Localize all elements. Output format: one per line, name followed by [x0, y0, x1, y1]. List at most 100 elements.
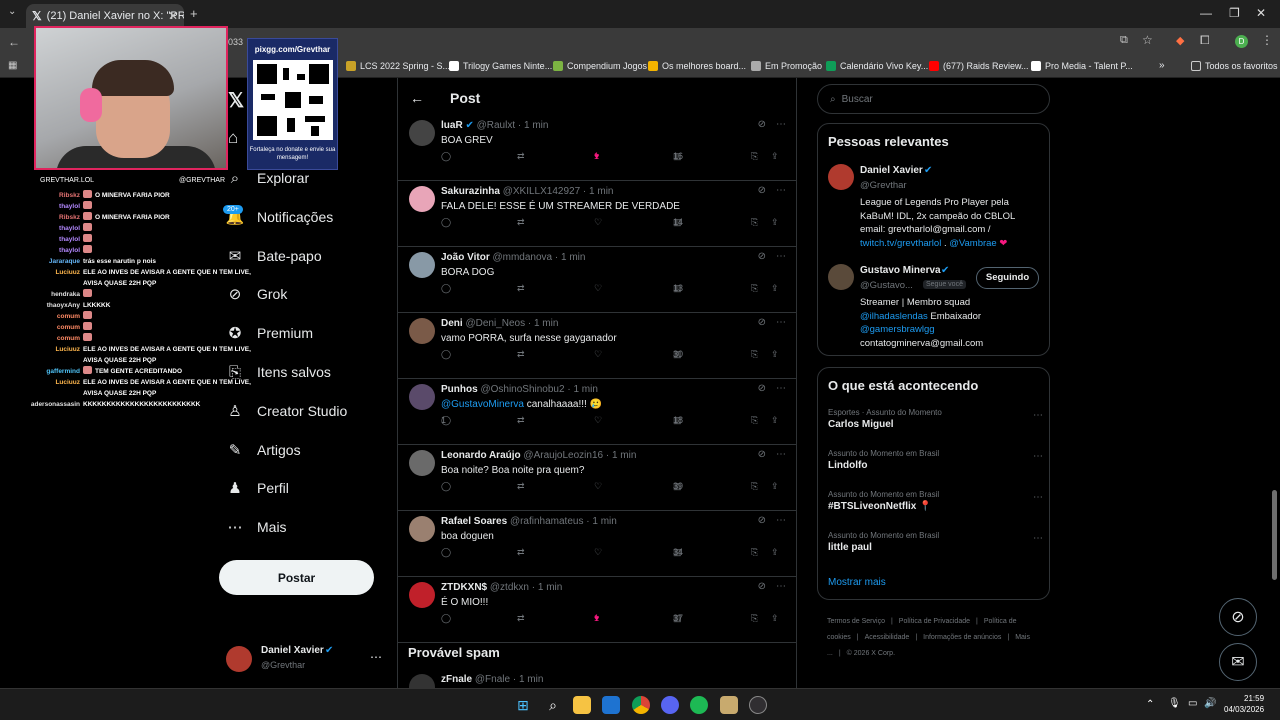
mention-link[interactable]: @GustavoMinerva	[441, 399, 524, 410]
bookmark-icon[interactable]: ⎘	[751, 283, 758, 294]
account-more-icon[interactable]: ⋯	[370, 650, 382, 664]
bookmark-icon[interactable]: ⎘	[751, 151, 758, 162]
bookmark-item[interactable]: LCS 2022 Spring - S...	[346, 61, 450, 71]
reply-author[interactable]: João Vitor @mmdanova · 1 min	[441, 252, 585, 263]
more-icon[interactable]: ⋯	[776, 251, 786, 262]
bookmark-icon[interactable]: ⎘	[751, 613, 758, 624]
extensions-icon[interactable]: ⧠	[1200, 33, 1210, 48]
reply-avatar[interactable]	[409, 318, 435, 344]
all-favorites[interactable]: Todos os favoritos	[1191, 61, 1278, 71]
bookmark-item[interactable]: Em Promoção	[751, 61, 822, 71]
back-arrow-icon[interactable]: ←	[410, 90, 424, 106]
volume-icon[interactable]: 🔊	[1204, 698, 1216, 709]
reply-author[interactable]: ZTDKXN$ @ztdkxn · 1 min	[441, 582, 562, 593]
more-bookmarks-icon[interactable]: »	[1159, 60, 1165, 71]
network-icon[interactable]: ▭	[1188, 698, 1197, 709]
menu-icon[interactable]: ⋮	[1261, 33, 1273, 47]
bookmark-icon[interactable]: ⎘	[751, 217, 758, 228]
bookmark-item[interactable]: Pro Media - Talent P...	[1031, 61, 1133, 71]
grok-icon[interactable]: ⊘	[758, 185, 766, 196]
grok-icon[interactable]: ⊘	[758, 251, 766, 262]
reply-tweet[interactable]: Punhos @OshinoShinobu2 · 1 min @GustavoMi…	[398, 379, 796, 445]
more-icon[interactable]: ⋯	[776, 449, 786, 460]
share-icon[interactable]: ⇪	[771, 547, 779, 558]
post-button[interactable]: Postar	[219, 560, 374, 595]
retweet-icon[interactable]: ⇄	[517, 283, 525, 294]
x-home-logo-icon[interactable]: 𝕏	[228, 88, 244, 113]
new-tab-icon[interactable]: +	[190, 6, 198, 21]
reply-author[interactable]: Deni @Deni_Neos · 1 min	[441, 318, 558, 329]
trend-more-icon[interactable]: ⋯	[1033, 410, 1043, 421]
reply-author[interactable]: Punhos @OshinoShinobu2 · 1 min	[441, 384, 598, 395]
grok-fab[interactable]: ⊘	[1219, 598, 1257, 636]
grok-icon[interactable]: ⊘	[758, 581, 766, 592]
restore-icon[interactable]: ❐	[1229, 6, 1240, 20]
reply-tweet[interactable]: Leonardo Araújo @AraujoLeozin16 · 1 min B…	[398, 445, 796, 511]
reply-avatar[interactable]	[409, 384, 435, 410]
footer-link[interactable]: Política de Privacidade	[899, 618, 970, 625]
reply-author[interactable]: Sakurazinha @XKILLX142927 · 1 min	[441, 186, 613, 197]
apps-icon[interactable]: ▦	[8, 60, 17, 71]
reply-avatar[interactable]	[409, 516, 435, 542]
share-icon[interactable]: ⇪	[771, 217, 779, 228]
more-icon[interactable]: ⋯	[776, 185, 786, 196]
share-icon[interactable]: ⇪	[771, 283, 779, 294]
following-button[interactable]: Seguindo	[976, 267, 1039, 289]
more-icon[interactable]: ⋯	[776, 581, 786, 592]
retweet-icon[interactable]: ⇄	[517, 415, 525, 426]
bookmark-icon[interactable]: ⎘	[751, 415, 758, 426]
bookmark-item[interactable]: (677) Raids Review...	[929, 61, 1029, 71]
nav-mail[interactable]: ✉ Bate-papo	[226, 247, 322, 265]
trend-more-icon[interactable]: ⋯	[1033, 533, 1043, 544]
messages-fab[interactable]: ✉	[1219, 643, 1257, 681]
share-icon[interactable]: ⇪	[771, 415, 779, 426]
reply-avatar[interactable]	[409, 582, 435, 608]
bookmark-icon[interactable]: ⎘	[751, 481, 758, 492]
grok-icon[interactable]: ⊘	[758, 119, 766, 130]
more-icon[interactable]: ⋯	[776, 119, 786, 130]
store-icon[interactable]	[602, 696, 620, 714]
close-window-icon[interactable]: ✕	[1256, 6, 1266, 20]
grok-icon[interactable]: ⊘	[758, 449, 766, 460]
reply-tweet[interactable]: João Vitor @mmdanova · 1 min BORA DOG ⊘ ⋯ ◯ ⇄…	[398, 247, 796, 313]
obs-icon[interactable]	[749, 696, 767, 714]
footer-link[interactable]: Termos de Serviço	[827, 618, 885, 625]
tab-list-icon[interactable]: ⌄	[8, 6, 16, 17]
back-icon[interactable]: ←	[8, 35, 20, 49]
page-scrollbar[interactable]	[1272, 490, 1277, 580]
grok-icon[interactable]: ⊘	[758, 383, 766, 394]
reply-author[interactable]: luaR ✔ @Raulxt · 1 min	[441, 120, 548, 131]
nav-person[interactable]: ♟ Perfil	[226, 479, 289, 497]
minimize-icon[interactable]: —	[1200, 6, 1212, 20]
reply-tweet[interactable]: ZTDKXN$ @ztdkxn · 1 min É O MIO!!! ⊘ ⋯ ◯ ⇄ ♥ 1 ▥…	[398, 577, 796, 643]
address-fragment[interactable]: 033	[228, 37, 243, 47]
nav-grok[interactable]: ⊘ Grok	[226, 285, 288, 303]
retweet-icon[interactable]: ⇄	[517, 613, 525, 624]
bookmark-icon[interactable]: ⎘	[751, 349, 758, 360]
more-icon[interactable]: ⋯	[776, 515, 786, 526]
account-switcher[interactable]: Daniel Xavier ✔ @Grevthar ⋯	[226, 644, 386, 674]
nav-article[interactable]: ✎ Artigos	[226, 441, 301, 459]
bookmark-item[interactable]: Os melhores board...	[648, 61, 746, 71]
share-icon[interactable]: ⇪	[771, 151, 779, 162]
home-icon[interactable]: ⌂	[228, 128, 238, 148]
trend-more-icon[interactable]: ⋯	[1033, 451, 1043, 462]
retweet-icon[interactable]: ⇄	[517, 481, 525, 492]
trend-item[interactable]: Assunto do Momento em Brasil #BTSLiveonNe…	[828, 490, 1043, 512]
retweet-icon[interactable]: ⇄	[517, 217, 525, 228]
trend-item[interactable]: Assunto do Momento em Brasil little paul ⋯	[828, 531, 1043, 553]
bookmark-icon[interactable]: ⎘	[751, 547, 758, 558]
chrome-icon[interactable]	[632, 696, 650, 714]
taskbar-search-icon[interactable]: ⌕	[544, 696, 562, 714]
windows-start-icon[interactable]: ⊞	[514, 696, 532, 714]
nav-search[interactable]: ⌕ Explorar	[226, 169, 309, 187]
nav-verified[interactable]: ✪ Premium	[226, 324, 313, 342]
reply-tweet[interactable]: luaR ✔ @Raulxt · 1 min BOA GREV ⊘ ⋯ ◯ ⇄ ♥ 1 ▥ 16 ⎘…	[398, 115, 796, 181]
bookmark-item[interactable]: Compendium Jogos	[553, 61, 647, 71]
footer-link[interactable]: Informações de anúncios	[923, 634, 1001, 641]
reply-avatar[interactable]	[409, 252, 435, 278]
share-icon[interactable]: ⇪	[771, 481, 779, 492]
retweet-icon[interactable]: ⇄	[517, 349, 525, 360]
reply-tweet[interactable]: Rafael Soares @rafinhamateus · 1 min boa …	[398, 511, 796, 577]
tray-chevron-icon[interactable]: ⌃	[1146, 699, 1154, 710]
